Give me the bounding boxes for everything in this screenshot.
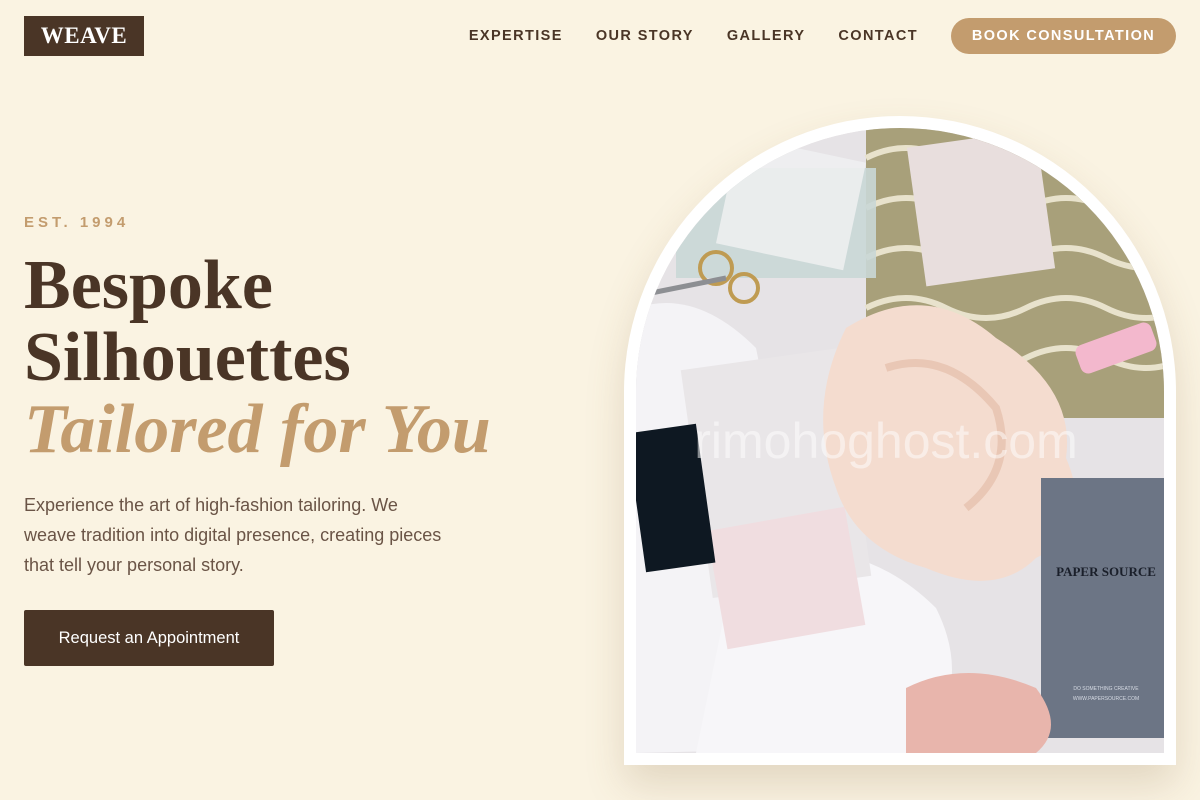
hero-image: PAPER SOURCE DO SOMETHING CREATIVE WWW.P… xyxy=(636,128,1164,753)
watermark-text: rimohoghost.com xyxy=(694,413,1078,469)
notebook-url: WWW.PAPERSOURCE.COM xyxy=(1073,696,1139,702)
notebook-title: PAPER SOURCE xyxy=(1056,564,1156,579)
hero-title-accent: Tailored for You xyxy=(24,391,491,468)
hero-title-line2: Silhouettes xyxy=(24,319,351,396)
hero-description: Experience the art of high-fashion tailo… xyxy=(24,495,442,575)
hero-title-line1: Bespoke xyxy=(24,247,273,324)
nav-contact[interactable]: CONTACT xyxy=(838,28,918,44)
logo[interactable]: WEAVE xyxy=(24,16,144,56)
established-label: EST. 1994 xyxy=(24,214,130,231)
tailoring-flatlay-illustration: PAPER SOURCE DO SOMETHING CREATIVE WWW.P… xyxy=(636,128,1164,753)
hero-title: Bespoke Silhouettes Tailored for You xyxy=(24,250,491,466)
main-nav: EXPERTISE OUR STORY GALLERY CONTACT BOOK… xyxy=(469,18,1176,54)
book-consultation-button[interactable]: BOOK CONSULTATION xyxy=(951,18,1176,54)
nav-our-story[interactable]: OUR STORY xyxy=(596,28,694,44)
notebook-footer: DO SOMETHING CREATIVE xyxy=(1073,686,1139,692)
request-appointment-button[interactable]: Request an Appointment xyxy=(24,610,274,666)
nav-gallery[interactable]: GALLERY xyxy=(727,28,806,44)
nav-expertise[interactable]: EXPERTISE xyxy=(469,28,563,44)
hero-image-frame: PAPER SOURCE DO SOMETHING CREATIVE WWW.P… xyxy=(624,116,1176,765)
